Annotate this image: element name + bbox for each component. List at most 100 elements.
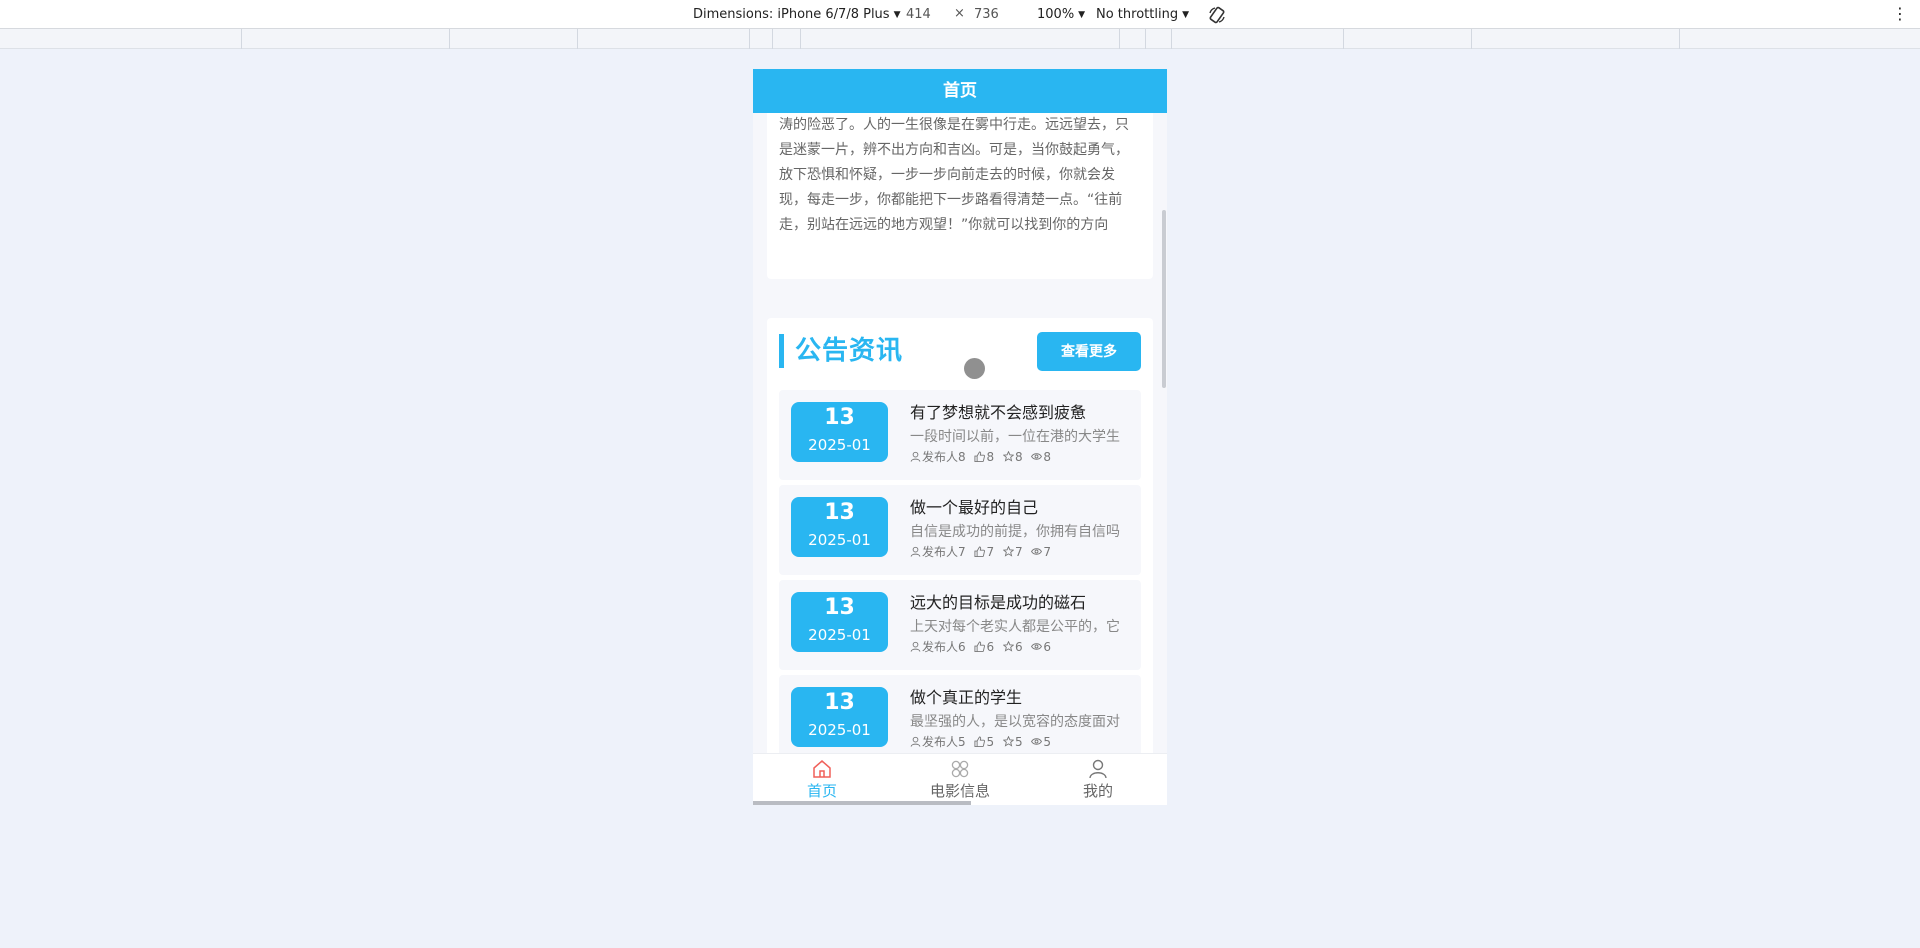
zoom-label: 100% (1037, 7, 1075, 22)
eye-icon (1031, 453, 1043, 460)
date-year-month: 2025-01 (808, 436, 871, 454)
star-icon (1002, 450, 1015, 462)
item-body: 远大的目标是成功的磁石 上天对每个老实人都是公平的，它 发布人6 6 6 6 (910, 592, 1132, 656)
publisher: 发布人6 (922, 640, 966, 654)
clover-icon (951, 760, 969, 778)
title-accent-bar (779, 334, 784, 368)
list-item[interactable]: 13 2025-01 有了梦想就不会感到疲惫 一段时间以前，一位在港的大学生 发… (779, 390, 1141, 480)
device-dimensions-label: Dimensions: iPhone 6/7/8 Plus (693, 7, 890, 22)
user-icon (910, 451, 921, 462)
user-icon (1089, 759, 1107, 779)
list-item[interactable]: 13 2025-01 做一个最好的自己 自信是成功的前提，你拥有自信吗 发布人7… (779, 485, 1141, 575)
publisher: 发布人7 (922, 545, 966, 559)
item-body: 有了梦想就不会感到疲惫 一段时间以前，一位在港的大学生 发布人8 8 8 8 (910, 402, 1132, 466)
tab-home[interactable]: 首页 (753, 758, 891, 802)
date-year-month: 2025-01 (808, 721, 871, 739)
item-meta: 发布人8 8 8 8 (910, 448, 1132, 466)
item-desc: 上天对每个老实人都是公平的，它 (910, 619, 1120, 635)
date-badge: 13 2025-01 (791, 497, 888, 557)
date-year-month: 2025-01 (808, 626, 871, 644)
scroll-content[interactable]: 涛的险恶了。人的一生很像是在雾中行走。远远望去，只是迷蒙一片，辨不出方向和吉凶。… (753, 113, 1167, 759)
date-day: 13 (824, 405, 855, 430)
item-meta: 发布人5 5 5 5 (910, 733, 1132, 751)
page-title: 首页 (753, 69, 1167, 113)
date-year-month: 2025-01 (808, 531, 871, 549)
view-count: 7 (1043, 545, 1052, 559)
item-desc: 最坚强的人，是以宽容的态度面对 (910, 714, 1120, 730)
horizontal-scrollbar[interactable] (753, 801, 971, 805)
thumb-up-icon (974, 641, 986, 652)
thumb-up-icon (974, 451, 986, 462)
star-icon (1002, 545, 1015, 557)
list-item[interactable]: 13 2025-01 远大的目标是成功的磁石 上天对每个老实人都是公平的，它 发… (779, 580, 1141, 670)
item-title: 做一个最好的自己 (910, 498, 1039, 517)
item-title: 远大的目标是成功的磁石 (910, 593, 1087, 612)
throttling-dropdown[interactable]: No throttling ▼ (1096, 7, 1189, 22)
item-desc: 一段时间以前，一位在港的大学生 (910, 429, 1120, 445)
story-card: 涛的险恶了。人的一生很像是在雾中行走。远远望去，只是迷蒙一片，辨不出方向和吉凶。… (767, 113, 1153, 279)
eye-icon (1031, 548, 1043, 555)
star-count: 6 (1014, 640, 1023, 654)
tab-mine[interactable]: 我的 (1029, 758, 1167, 802)
caret-down-icon: ▼ (1182, 10, 1189, 20)
tab-movies[interactable]: 电影信息 (891, 758, 1029, 802)
eye-icon (1031, 643, 1043, 650)
view-count: 6 (1043, 640, 1052, 654)
viewport-height-input[interactable]: 736 (974, 7, 999, 22)
tab-home-label: 首页 (806, 782, 837, 800)
item-desc: 自信是成功的前提，你拥有自信吗 (910, 524, 1120, 540)
device-dimensions-dropdown[interactable]: Dimensions: iPhone 6/7/8 Plus ▼ (693, 7, 901, 22)
date-day: 13 (824, 595, 855, 620)
more-options-icon[interactable]: ⋮ (1892, 5, 1908, 23)
view-count: 8 (1043, 450, 1052, 464)
star-count: 5 (1014, 735, 1023, 749)
item-meta: 发布人7 7 7 7 (910, 543, 1132, 561)
thumb-up-icon (974, 546, 986, 557)
devtools-toolbar: Dimensions: iPhone 6/7/8 Plus ▼ 414 × 736… (0, 0, 1920, 29)
throttling-label: No throttling (1096, 7, 1179, 22)
like-count: 5 (986, 735, 995, 749)
user-icon (910, 641, 921, 652)
zoom-dropdown[interactable]: 100% ▼ (1037, 7, 1085, 22)
scrollbar-thumb[interactable] (1162, 210, 1166, 388)
thumb-up-icon (974, 736, 986, 747)
media-query-ruler (0, 29, 1920, 49)
publisher: 发布人5 (922, 735, 966, 749)
rotate-icon[interactable] (1207, 5, 1227, 25)
user-icon (910, 546, 921, 557)
item-body: 做个真正的学生 最坚强的人，是以宽容的态度面对 发布人5 5 5 5 (910, 687, 1132, 751)
list-item[interactable]: 13 2025-01 做个真正的学生 最坚强的人，是以宽容的态度面对 发布人5 … (779, 675, 1141, 759)
home-icon (813, 760, 831, 778)
item-meta: 发布人6 6 6 6 (910, 638, 1132, 656)
notice-section: 公告资讯 查看更多 13 2025-01 有了梦想就不会感到疲惫 一段时间以前，… (767, 318, 1153, 759)
date-badge: 13 2025-01 (791, 592, 888, 652)
item-title: 有了梦想就不会感到疲惫 (910, 403, 1087, 422)
bottom-tab-bar: 首页 电影信息 我的 (753, 753, 1167, 805)
notice-title: 公告资讯 (795, 336, 904, 366)
dimension-separator: × (954, 6, 965, 21)
touch-cursor (964, 358, 985, 379)
publisher: 发布人8 (922, 450, 966, 464)
caret-down-icon: ▼ (1078, 10, 1086, 20)
star-icon (1002, 640, 1015, 652)
item-body: 做一个最好的自己 自信是成功的前提，你拥有自信吗 发布人7 7 7 7 (910, 497, 1132, 561)
notice-list: 13 2025-01 有了梦想就不会感到疲惫 一段时间以前，一位在港的大学生 发… (779, 390, 1141, 759)
user-icon (910, 736, 921, 747)
date-day: 13 (824, 690, 855, 715)
caret-down-icon: ▼ (893, 10, 901, 20)
like-count: 7 (986, 545, 995, 559)
viewport-width-input[interactable]: 414 (906, 7, 931, 22)
phone-viewport: 首页 涛的险恶了。人的一生很像是在雾中行走。远远望去，只是迷蒙一片，辨不出方向和… (753, 69, 1167, 805)
star-icon (1002, 735, 1015, 747)
star-count: 8 (1014, 450, 1023, 464)
tab-mine-label: 我的 (1082, 782, 1113, 800)
like-count: 6 (986, 640, 995, 654)
story-text: 涛的险恶了。人的一生很像是在雾中行走。远远望去，只是迷蒙一片，辨不出方向和吉凶。… (779, 117, 1129, 233)
date-badge: 13 2025-01 (791, 402, 888, 462)
date-badge: 13 2025-01 (791, 687, 888, 747)
item-title: 做个真正的学生 (910, 688, 1023, 707)
view-more-button[interactable]: 查看更多 (1037, 332, 1141, 371)
star-count: 7 (1014, 545, 1023, 559)
date-day: 13 (824, 500, 855, 525)
eye-icon (1031, 738, 1043, 745)
